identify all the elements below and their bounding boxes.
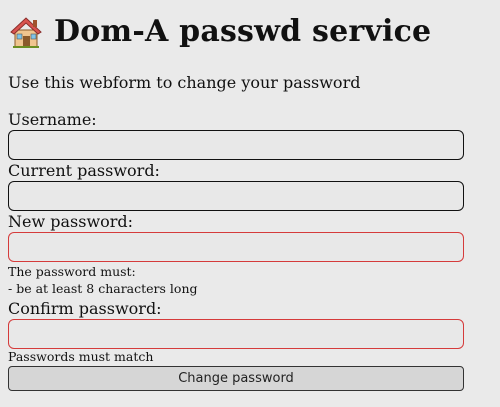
new-password-input[interactable] bbox=[8, 232, 464, 262]
confirm-password-hint: Passwords must match bbox=[8, 349, 154, 364]
new-password-label: New password: bbox=[8, 212, 134, 231]
username-input[interactable] bbox=[8, 130, 464, 160]
confirm-password-label: Confirm password: bbox=[8, 299, 162, 318]
page-header: Dom-A passwd service bbox=[8, 10, 431, 54]
page-title: Dom-A passwd service bbox=[54, 14, 432, 49]
password-change-page: Dom-A passwd service Use this webform to… bbox=[0, 0, 500, 407]
confirm-password-input[interactable] bbox=[8, 319, 464, 349]
intro-text: Use this webform to change your password bbox=[8, 73, 361, 92]
password-rules-heading: The password must: bbox=[8, 264, 136, 279]
current-password-input[interactable] bbox=[8, 181, 464, 211]
house-icon bbox=[8, 14, 44, 50]
password-rule-length: - be at least 8 characters long bbox=[8, 281, 198, 296]
username-label: Username: bbox=[8, 110, 97, 129]
change-password-button[interactable]: Change password bbox=[8, 366, 464, 391]
current-password-label: Current password: bbox=[8, 161, 160, 180]
